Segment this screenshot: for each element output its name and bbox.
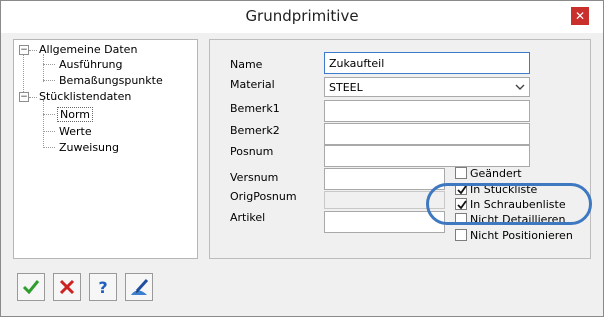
tree-item-allgemeine-daten[interactable]: Allgemeine Daten [39, 43, 137, 56]
artikel-input[interactable] [324, 211, 445, 233]
checkbox-geaendert[interactable] [455, 167, 467, 179]
help-button[interactable]: ? [89, 273, 117, 301]
bemerk1-input[interactable] [324, 100, 530, 122]
bemerk2-input[interactable] [324, 123, 530, 145]
tree-item-werte[interactable]: Werte [59, 125, 92, 138]
versnum-label: Versnum [230, 171, 279, 184]
bemerk2-label: Bemerk2 [230, 124, 280, 137]
material-label: Material [230, 78, 275, 91]
title-bar: Grundprimitive ✕ [1, 1, 603, 33]
collapse-toggle-icon[interactable]: − [19, 92, 29, 102]
name-value: Zukaufteil [329, 57, 385, 70]
bemerk1-label: Bemerk1 [230, 102, 280, 115]
tree-line [43, 80, 55, 81]
cancel-button[interactable] [53, 273, 81, 301]
edit-pen-icon [131, 278, 149, 295]
tree-line [43, 147, 55, 148]
tree-line [29, 50, 37, 51]
artikel-label: Artikel [230, 211, 266, 224]
tree-view[interactable]: − Allgemeine Daten Ausführung Bemaßungsp… [13, 39, 198, 259]
material-value: STEEL [329, 81, 363, 94]
tree-line [29, 97, 37, 98]
tree-line [43, 100, 44, 148]
checkmark-icon [22, 280, 40, 295]
posnum-label: Posnum [230, 145, 274, 158]
window-title: Grundprimitive [245, 7, 359, 25]
close-button[interactable]: ✕ [571, 7, 589, 25]
tree-line [43, 114, 55, 115]
tree-line [23, 54, 24, 96]
tree-item-ausfuehrung[interactable]: Ausführung [59, 58, 123, 71]
tree-line [43, 64, 55, 65]
cancel-x-icon [59, 279, 75, 295]
origposnum-label: OrigPosnum [230, 190, 297, 203]
chevron-down-icon [515, 84, 525, 90]
tree-line [43, 131, 55, 132]
tree-item-norm[interactable]: Norm [57, 107, 94, 122]
tree-item-zuweisung[interactable]: Zuweisung [59, 141, 119, 154]
edit-button[interactable] [125, 273, 153, 301]
tree-line [43, 54, 44, 82]
material-select[interactable]: STEEL [324, 77, 530, 97]
highlight-ring [426, 183, 592, 225]
tree-item-bemassungspunkte[interactable]: Bemaßungspunkte [59, 74, 163, 87]
help-question-icon: ? [98, 278, 107, 297]
posnum-input[interactable] [324, 145, 530, 167]
checkbox-label-nicht-positionieren: Nicht Positionieren [470, 229, 573, 242]
versnum-input[interactable] [324, 168, 445, 190]
name-input[interactable]: Zukaufteil [324, 52, 530, 74]
dialog-window: Grundprimitive ✕ − Allgemeine Daten Ausf… [0, 0, 604, 317]
svg-text:?: ? [98, 278, 107, 297]
checkbox-label-geaendert: Geändert [470, 167, 522, 180]
collapse-toggle-icon[interactable]: − [19, 45, 29, 55]
ok-button[interactable] [17, 273, 45, 301]
tree-item-stuecklistendaten[interactable]: Stücklistendaten [39, 90, 131, 103]
form-panel: Name Zukaufteil Material STEEL Bemerk1 B… [209, 39, 591, 259]
checkbox-nicht-positionieren[interactable] [455, 229, 467, 241]
name-label: Name [230, 58, 263, 71]
